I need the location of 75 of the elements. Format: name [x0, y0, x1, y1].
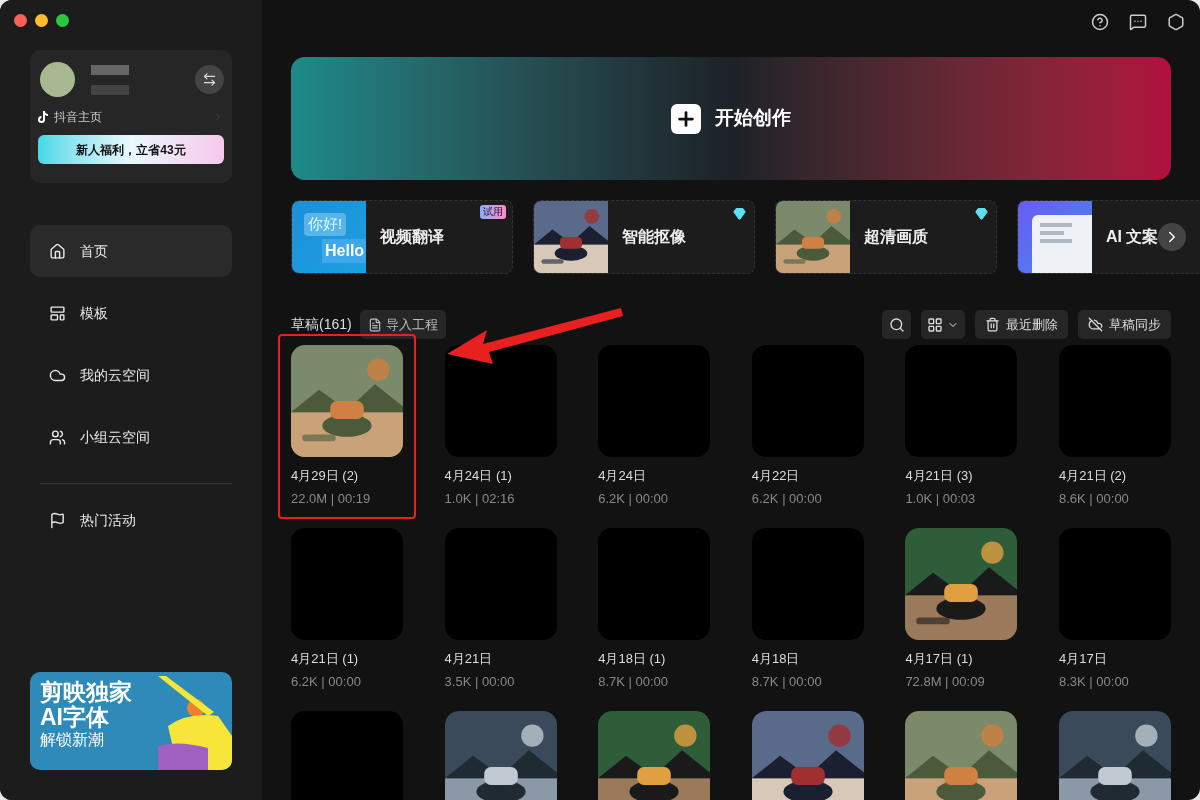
- draft-meta: 8.7K | 00:00: [598, 672, 670, 691]
- draft-title: 4月21日 (3): [905, 467, 974, 485]
- draft-title: 4月22日: [751, 467, 801, 485]
- feature-title: 视频翻译: [380, 227, 444, 247]
- drafts-title: 草稿(161): [291, 315, 352, 334]
- banner-title: AI字体: [40, 705, 110, 731]
- douyin-home-link[interactable]: 抖音主页: [38, 108, 224, 126]
- trash-icon: [985, 317, 1000, 332]
- home-icon: [49, 242, 66, 260]
- avatar: [40, 62, 75, 97]
- feature-card[interactable]: 智能抠像: [533, 200, 755, 274]
- zoom-window-button[interactable]: [56, 14, 69, 27]
- people-icon: [49, 428, 66, 446]
- trial-badge: 试用: [480, 205, 506, 219]
- draft-meta: 72.8M | 00:09: [905, 672, 986, 691]
- draft-title: 4月18日 (1): [598, 650, 667, 668]
- help-icon[interactable]: [1091, 13, 1109, 31]
- draft-thumbnail[interactable]: [444, 345, 557, 457]
- blurred-username: [91, 64, 129, 95]
- font-promo-banner[interactable]: 剪映独家 AI字体 解锁新潮: [30, 672, 232, 770]
- thumbnail-text: Hello: [322, 239, 366, 263]
- feature-card[interactable]: AI 文案: [1017, 200, 1200, 274]
- feature-title: 智能抠像: [622, 227, 686, 247]
- search-icon: [888, 316, 905, 333]
- draft-title: 4月17日 (1): [905, 650, 974, 668]
- sync-drafts-button[interactable]: 草稿同步: [1078, 310, 1171, 339]
- draft-meta: 8.6K | 00:00: [1058, 489, 1130, 508]
- view-toggle-button[interactable]: [921, 310, 965, 339]
- nav-item[interactable]: 热门活动: [30, 494, 232, 546]
- swap-arrows-icon: [202, 72, 217, 87]
- nav-item[interactable]: 模板: [30, 287, 232, 339]
- promo-button[interactable]: 新人福利，立省43元: [38, 135, 224, 164]
- banner-title: 剪映独家: [40, 680, 132, 705]
- feature-title: AI 文案: [1106, 227, 1159, 247]
- draft-meta: 8.7K | 00:00: [751, 672, 823, 691]
- draft-title: 4月29日 (2): [291, 467, 360, 485]
- draft-title: 4月21日 (1): [291, 650, 360, 668]
- draft-title: 4月18日: [751, 650, 801, 668]
- cloud-off-icon: [1088, 317, 1103, 332]
- draft-title: 4月21日: [444, 650, 494, 668]
- recent-delete-button[interactable]: 最近删除: [975, 310, 1068, 339]
- switch-account-button[interactable]: [195, 65, 224, 94]
- import-project-button[interactable]: 导入工程: [359, 310, 446, 339]
- grid-icon: [927, 316, 943, 333]
- feature-card[interactable]: 超清画质: [775, 200, 997, 274]
- start-creating-banner[interactable]: 开始创作: [291, 57, 1171, 180]
- plus-icon: [671, 103, 701, 134]
- draft-meta: 6.2K | 00:00: [598, 489, 670, 508]
- draft-meta: 8.3K | 00:00: [1058, 672, 1130, 691]
- draft-title: 4月24日: [598, 467, 647, 485]
- flag-icon: [49, 511, 66, 529]
- search-button[interactable]: [882, 310, 911, 339]
- draft-meta: 1.0K | 00:03: [905, 489, 977, 508]
- close-window-button[interactable]: [14, 14, 27, 27]
- thumbnail-text: 你好!: [304, 213, 347, 236]
- draft-title: 4月24日 (1): [444, 467, 513, 485]
- document-icon: [367, 317, 382, 332]
- draft-meta: 6.2K | 00:00: [751, 489, 823, 508]
- draft-meta: 6.2K | 00:00: [291, 672, 362, 691]
- draft-meta: 3.5K | 00:00: [444, 672, 516, 691]
- settings-icon[interactable]: [1167, 13, 1185, 31]
- feature-card[interactable]: 你好! Hello 视频翻译 试用: [291, 200, 513, 274]
- draft-title: 4月17日: [1058, 650, 1108, 668]
- draft-title: 4月21日 (2): [1058, 467, 1128, 485]
- minimize-window-button[interactable]: [35, 14, 48, 27]
- music-note-icon: [38, 111, 48, 123]
- feature-title: 超清画质: [864, 227, 928, 247]
- nav-item[interactable]: 我的云空间: [30, 349, 232, 401]
- nav-item[interactable]: 小组云空间: [30, 411, 232, 463]
- draft-meta: 22.0M | 00:19: [291, 489, 372, 508]
- feedback-icon[interactable]: [1129, 13, 1147, 31]
- template-icon: [49, 304, 66, 322]
- nav-item[interactable]: 首页: [30, 225, 232, 277]
- banner-subtitle: 解锁新潮: [40, 730, 105, 749]
- draft-meta: 1.0K | 02:16: [444, 489, 516, 508]
